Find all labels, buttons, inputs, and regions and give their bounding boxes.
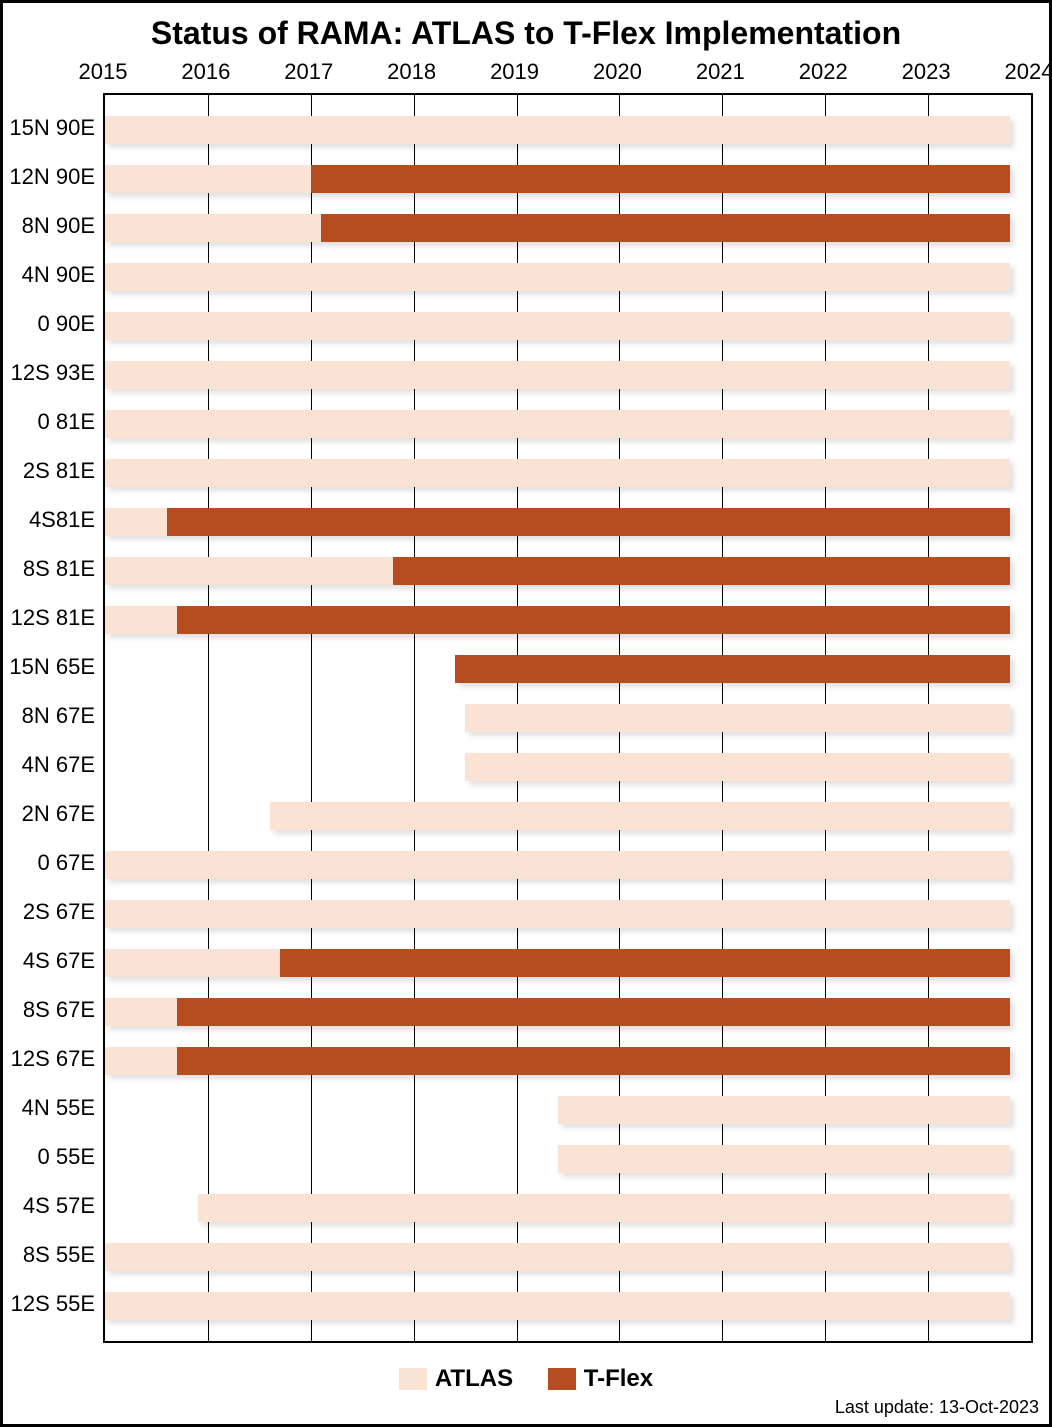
bar-atlas xyxy=(105,410,1010,438)
y-tick-label: 12S 55E xyxy=(3,1291,95,1317)
x-tick-label: 2020 xyxy=(593,59,642,85)
bar-atlas xyxy=(105,1047,177,1075)
y-tick-label: 8S 67E xyxy=(3,997,95,1023)
bar-tflex xyxy=(177,606,1010,634)
y-tick-label: 0 81E xyxy=(3,409,95,435)
bar-tflex xyxy=(321,214,1010,242)
x-tick-label: 2024 xyxy=(1005,59,1052,85)
y-tick-label: 4N 55E xyxy=(3,1095,95,1121)
y-tick-label: 12S 81E xyxy=(3,605,95,631)
x-tick-label: 2019 xyxy=(490,59,539,85)
y-tick-label: 8S 81E xyxy=(3,556,95,582)
y-tick-label: 12S 67E xyxy=(3,1046,95,1072)
x-tick-label: 2015 xyxy=(79,59,128,85)
bar-atlas xyxy=(105,459,1010,487)
page-container: Status of RAMA: ATLAS to T-Flex Implemen… xyxy=(0,0,1052,1427)
bar-atlas xyxy=(105,508,167,536)
bar-atlas xyxy=(105,312,1010,340)
legend-item-atlas: ATLAS xyxy=(399,1365,513,1393)
legend: ATLAS T-Flex xyxy=(3,1365,1049,1397)
legend-swatch-atlas xyxy=(399,1368,427,1390)
bar-atlas xyxy=(105,116,1010,144)
y-tick-label: 12S 93E xyxy=(3,360,95,386)
y-tick-label: 0 67E xyxy=(3,850,95,876)
bar-tflex xyxy=(311,165,1011,193)
x-tick-label: 2023 xyxy=(902,59,951,85)
legend-label-atlas: ATLAS xyxy=(435,1365,513,1393)
x-tick-label: 2021 xyxy=(696,59,745,85)
x-tick-label: 2022 xyxy=(799,59,848,85)
x-tick-label: 2016 xyxy=(181,59,230,85)
y-tick-label: 15N 65E xyxy=(3,654,95,680)
bar-atlas xyxy=(270,802,1011,830)
y-tick-label: 8S 55E xyxy=(3,1242,95,1268)
bar-atlas xyxy=(105,900,1010,928)
bar-atlas xyxy=(105,263,1010,291)
bar-tflex xyxy=(455,655,1011,683)
plot-area xyxy=(103,93,1033,1343)
bar-atlas xyxy=(465,704,1010,732)
y-tick-label: 0 90E xyxy=(3,311,95,337)
bar-atlas xyxy=(105,606,177,634)
y-tick-label: 4S81E xyxy=(3,507,95,533)
bar-atlas xyxy=(105,165,311,193)
x-tick-label: 2018 xyxy=(387,59,436,85)
chart-title: Status of RAMA: ATLAS to T-Flex Implemen… xyxy=(3,15,1049,52)
legend-label-tflex: T-Flex xyxy=(584,1365,653,1393)
y-tick-label: 15N 90E xyxy=(3,115,95,141)
y-tick-label: 8N 90E xyxy=(3,213,95,239)
bar-atlas xyxy=(105,214,321,242)
y-tick-label: 2S 81E xyxy=(3,458,95,484)
y-tick-label: 4N 90E xyxy=(3,262,95,288)
y-tick-label: 8N 67E xyxy=(3,703,95,729)
legend-swatch-tflex xyxy=(548,1368,576,1390)
bar-atlas xyxy=(105,1243,1010,1271)
bar-atlas xyxy=(105,361,1010,389)
bar-atlas xyxy=(465,753,1010,781)
bar-atlas xyxy=(105,998,177,1026)
y-tick-label: 2S 67E xyxy=(3,899,95,925)
bar-atlas xyxy=(105,851,1010,879)
y-tick-label: 4S 57E xyxy=(3,1193,95,1219)
y-tick-label: 0 55E xyxy=(3,1144,95,1170)
bar-tflex xyxy=(177,1047,1010,1075)
bar-atlas xyxy=(558,1096,1011,1124)
x-tick-label: 2017 xyxy=(284,59,333,85)
footer-last-update: Last update: 13-Oct-2023 xyxy=(835,1397,1039,1418)
bar-atlas xyxy=(558,1145,1011,1173)
bar-atlas xyxy=(105,557,393,585)
y-tick-label: 4N 67E xyxy=(3,752,95,778)
bar-atlas xyxy=(198,1194,1011,1222)
bar-tflex xyxy=(177,998,1010,1026)
y-tick-label: 12N 90E xyxy=(3,164,95,190)
bar-atlas xyxy=(105,1292,1010,1320)
y-tick-label: 4S 67E xyxy=(3,948,95,974)
legend-item-tflex: T-Flex xyxy=(548,1365,653,1393)
bar-atlas xyxy=(105,949,280,977)
bar-tflex xyxy=(393,557,1010,585)
y-tick-label: 2N 67E xyxy=(3,801,95,827)
bar-tflex xyxy=(280,949,1011,977)
bar-tflex xyxy=(167,508,1011,536)
